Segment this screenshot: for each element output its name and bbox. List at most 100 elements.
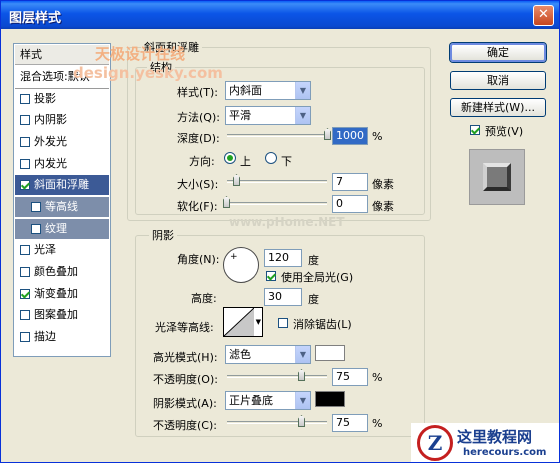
size-unit: 像素 (372, 178, 394, 191)
style-item-label: 颜色叠加 (34, 265, 78, 278)
gloss-contour-picker[interactable]: ▼ (223, 307, 263, 337)
altitude-label: 高度: (191, 292, 217, 305)
close-button[interactable]: ✕ (533, 5, 554, 26)
style-list-item[interactable]: 渐变叠加 (15, 284, 109, 304)
style-label: 样式(T): (177, 86, 219, 99)
shading-title: 阴影 (149, 227, 177, 243)
soften-input[interactable]: 0 (332, 195, 368, 213)
angle-dial[interactable]: + (223, 247, 259, 283)
highlight-color-swatch[interactable] (315, 345, 345, 361)
ok-button[interactable]: 确定 (450, 43, 546, 62)
style-list-item[interactable]: 纹理 (15, 218, 109, 239)
shadow-opacity-label: 不透明度(C): (153, 419, 217, 432)
style-list-item[interactable]: 内发光 (15, 154, 109, 174)
depth-unit: % (372, 130, 383, 143)
shadow-color-swatch[interactable] (315, 391, 345, 407)
shadow-mode-label: 阴影模式(A): (153, 397, 217, 410)
gloss-contour-label: 光泽等高线: (155, 321, 214, 334)
depth-slider-track[interactable] (227, 134, 327, 137)
altitude-input[interactable]: 30 (264, 288, 302, 306)
new-style-button[interactable]: 新建样式(W)... (450, 98, 546, 117)
highlight-opacity-track[interactable] (227, 375, 327, 378)
depth-input[interactable]: 1000 (332, 127, 368, 145)
style-item-label: 渐变叠加 (34, 286, 78, 300)
style-item-checkbox[interactable] (20, 136, 30, 147)
watermark-top-url: design.yesky.com (73, 64, 223, 82)
style-item-checkbox[interactable] (20, 94, 30, 105)
watermark-bottom-url: herecours.com (463, 447, 547, 458)
chevron-down-icon: ▼ (295, 392, 310, 409)
style-list-item[interactable]: 图案叠加 (15, 305, 109, 325)
style-list-item[interactable]: 内阴影 (15, 110, 109, 130)
global-light-label[interactable]: 使用全局光(G) (281, 269, 353, 285)
soften-slider-track[interactable] (227, 202, 327, 205)
style-item-label: 内发光 (34, 156, 67, 170)
style-item-label: 描边 (34, 330, 56, 344)
style-item-label: 外发光 (34, 134, 67, 148)
highlight-opacity-unit: % (372, 371, 383, 384)
highlight-mode-value: 滤色 (229, 348, 251, 361)
style-item-label: 投影 (34, 92, 56, 106)
style-list-item[interactable]: 等高线 (15, 196, 109, 217)
style-item-checkbox[interactable] (31, 223, 41, 234)
chevron-down-icon: ▼ (255, 318, 261, 326)
direction-up-label[interactable]: 上 (240, 153, 251, 169)
style-preview-thumbnail (469, 149, 525, 205)
soften-unit: 像素 (372, 200, 394, 213)
style-list-item[interactable]: 描边 (15, 327, 109, 347)
style-item-label: 斜面和浮雕 (34, 178, 89, 192)
chevron-down-icon: ▼ (295, 346, 310, 363)
direction-down-radio[interactable] (265, 152, 277, 164)
title-bar[interactable]: 图层样式 ✕ (1, 1, 559, 29)
size-slider-track[interactable] (227, 180, 327, 183)
style-item-checkbox[interactable] (20, 158, 30, 169)
style-select-value: 内斜面 (229, 84, 262, 97)
cancel-button[interactable]: 取消 (450, 71, 546, 90)
style-item-label: 样式 (20, 48, 42, 61)
style-list-item[interactable]: 外发光 (15, 132, 109, 152)
style-item-checkbox[interactable] (31, 201, 41, 212)
style-item-checkbox[interactable] (20, 310, 30, 321)
size-label: 大小(S): (177, 178, 219, 191)
preview-label[interactable]: 预览(V) (485, 123, 523, 139)
highlight-mode-label: 高光模式(H): (153, 351, 218, 364)
style-item-label: 内阴影 (34, 113, 67, 127)
style-select[interactable]: 内斜面 ▼ (225, 81, 311, 100)
style-item-checkbox[interactable] (20, 245, 30, 256)
style-item-checkbox[interactable] (20, 180, 30, 191)
direction-up-radio[interactable] (224, 152, 236, 164)
antialias-label[interactable]: 消除锯齿(L) (293, 316, 352, 332)
style-list-item[interactable]: 投影 (15, 88, 109, 108)
technique-select[interactable]: 平滑 ▼ (225, 106, 311, 125)
style-item-checkbox[interactable] (20, 332, 30, 343)
watermark-bottom-brand: 这里教程网 (457, 428, 533, 446)
antialias-checkbox[interactable] (278, 318, 288, 328)
angle-unit: 度 (308, 254, 319, 267)
style-item-checkbox[interactable] (20, 288, 30, 299)
style-list-item[interactable]: 光泽 (15, 240, 109, 260)
soften-label: 软化(F): (177, 200, 218, 213)
chevron-down-icon: ▼ (295, 82, 310, 99)
shadow-opacity-track[interactable] (227, 421, 327, 424)
window-title: 图层样式 (9, 11, 62, 26)
style-list-item[interactable]: 斜面和浮雕 (15, 175, 109, 196)
shadow-opacity-input[interactable]: 75 (332, 414, 368, 432)
angle-input[interactable]: 120 (264, 249, 302, 267)
style-item-checkbox[interactable] (20, 115, 30, 126)
size-input[interactable]: 7 (332, 173, 368, 191)
chevron-down-icon: ▼ (295, 107, 310, 124)
altitude-unit: 度 (308, 293, 319, 306)
style-list-item[interactable]: 颜色叠加 (15, 262, 109, 282)
highlight-opacity-input[interactable]: 75 (332, 368, 368, 386)
global-light-checkbox[interactable] (266, 271, 276, 281)
style-item-checkbox[interactable] (20, 267, 30, 277)
style-item-label: 图案叠加 (34, 308, 78, 322)
watermark-top-cn: 天极设计在线 (95, 45, 186, 63)
preview-checkbox[interactable] (470, 125, 480, 135)
direction-down-label[interactable]: 下 (281, 153, 292, 169)
highlight-mode-select[interactable]: 滤色 ▼ (225, 345, 311, 364)
shadow-opacity-unit: % (372, 417, 383, 430)
style-item-label: 光泽 (34, 243, 56, 257)
shadow-mode-value: 正片叠底 (229, 394, 273, 407)
shadow-mode-select[interactable]: 正片叠底 ▼ (225, 391, 311, 410)
